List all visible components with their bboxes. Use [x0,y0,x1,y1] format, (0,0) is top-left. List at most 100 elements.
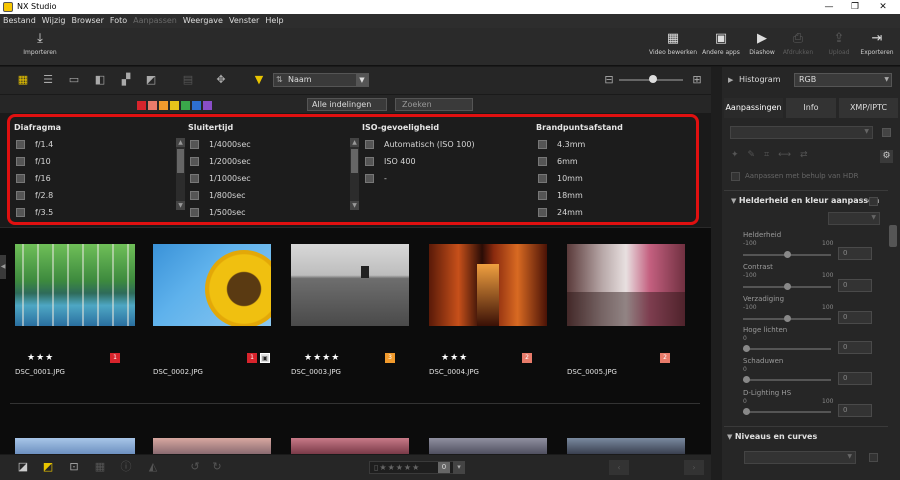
tab-info[interactable]: Info [786,98,836,118]
highlights-track[interactable] [743,345,831,352]
checkbox[interactable] [190,208,199,217]
star-rating[interactable]: ★★★★ [304,353,340,363]
shadows-value[interactable]: 0 [838,372,872,385]
slider-knob[interactable] [649,75,657,83]
checkbox[interactable] [16,140,25,149]
select-label-icon[interactable]: ◩ [40,459,56,475]
search-input[interactable]: Zoeken [395,98,473,111]
slider-knob[interactable] [743,376,750,383]
brightness-value[interactable]: 0 [838,247,872,260]
movie-edit-button[interactable]: ▦ Video bewerken [648,31,698,56]
panel-scrollbar[interactable] [889,225,897,247]
section-checkbox[interactable] [869,197,878,206]
label-filter-yellow[interactable] [170,101,179,110]
list-item[interactable]: f/3.5 [16,207,176,222]
layouts-dropdown[interactable]: Alle indelingen [307,98,387,111]
list-item[interactable]: f/10 [16,156,176,173]
menu-bestand[interactable]: Bestand [0,14,39,28]
thumbnail-image[interactable] [429,438,547,454]
zoom-out-icon[interactable]: ⊟ [601,72,617,88]
slider-knob[interactable] [743,408,750,415]
checkbox[interactable] [190,174,199,183]
thumbnail-grid-icon[interactable]: ▦ [15,72,31,88]
label-filter-pink[interactable] [148,101,157,110]
highlights-value[interactable]: 0 [838,341,872,354]
checkbox[interactable] [16,157,25,166]
expand-arrow-icon[interactable]: ▶ [728,76,733,84]
saturation-value[interactable]: 0 [838,311,872,324]
list-item[interactable]: f/2.8 [16,190,176,207]
list-item[interactable]: Automatisch (ISO 100) [365,139,525,156]
scroll-up-icon[interactable]: ▲ [350,138,359,147]
label-dropdown-icon[interactable]: ▾ [453,461,465,474]
checkbox[interactable] [365,140,374,149]
scroll-down-icon[interactable]: ▼ [176,201,185,210]
label-filter-orange[interactable] [159,101,168,110]
levels-channel-select[interactable]: ▼ [744,451,856,464]
list-item[interactable]: 1/2000sec [190,156,350,173]
fullscreen-icon[interactable]: ⊡ [66,459,82,475]
thumbnail-image[interactable] [153,244,271,326]
maximize-button[interactable]: ❐ [842,0,868,14]
checkbox[interactable] [16,208,25,217]
checkbox[interactable] [538,208,547,217]
d-lighting-value[interactable]: 0 [838,404,872,417]
shadows-track[interactable] [743,376,831,383]
thumbnail-image[interactable] [567,244,685,326]
splitter[interactable] [711,67,722,480]
d-lighting-track[interactable] [743,408,831,415]
thumbnail-image[interactable] [567,438,685,454]
checkbox[interactable] [538,157,547,166]
label-filter-purple[interactable] [203,101,212,110]
checkbox[interactable] [538,140,547,149]
mode-select[interactable]: ▼ [828,212,880,225]
checkbox[interactable] [190,140,199,149]
scroll-up-icon[interactable]: ▲ [176,138,185,147]
tab-adjustments[interactable]: Aanpassingen [724,98,783,118]
section-brightness[interactable]: ▼ Helderheid en kleur aanpassen [731,193,879,209]
thumbnail-image[interactable] [15,244,135,326]
label-filter-green[interactable] [181,101,190,110]
label-filter-blue[interactable] [192,101,201,110]
gear-icon[interactable]: ⚙ [880,150,893,163]
fit-screen-icon[interactable]: ✥ [213,72,229,88]
list-item[interactable]: 6mm [538,156,688,173]
list-item[interactable]: ISO 400 [365,156,525,173]
histogram-mode-select[interactable]: RGB ▼ [794,73,892,87]
sort-select[interactable]: ⇅ Naam ▼ [273,73,369,87]
split-view-icon[interactable]: ◩ [143,72,159,88]
aperture-scrollbar[interactable]: ▲ ▼ [176,138,185,210]
list-item[interactable]: 1/1000sec [190,173,350,190]
list-item[interactable]: 24mm [538,207,688,222]
saturation-track[interactable] [743,315,831,322]
thumbnail-image[interactable] [15,438,135,454]
contrast-track[interactable] [743,283,831,290]
menu-help[interactable]: Help [262,14,286,28]
checkbox[interactable] [365,157,374,166]
single-view-icon[interactable]: ▭ [66,72,82,88]
list-item[interactable]: - [365,173,525,190]
hdr-checkbox[interactable] [731,172,740,181]
close-button[interactable]: ✕ [870,0,896,14]
checkbox[interactable] [190,157,199,166]
contrast-value[interactable]: 0 [838,279,872,292]
star-rating[interactable]: ★★★ [441,353,468,363]
list-item[interactable]: 10mm [538,173,688,190]
menu-venster[interactable]: Venster [226,14,262,28]
label-filter-red[interactable] [137,101,146,110]
list-item[interactable]: 4.3mm [538,139,688,156]
checkbox[interactable] [538,191,547,200]
multi-select-icon[interactable]: ◪ [15,459,31,475]
shutter-scrollbar[interactable]: ▲ ▼ [350,138,359,210]
scroll-down-icon[interactable]: ▼ [350,201,359,210]
menu-browser[interactable]: Browser [68,14,106,28]
next-button[interactable]: › [684,460,704,475]
menu-weergave[interactable]: Weergave [180,14,226,28]
list-item[interactable]: f/16 [16,173,176,190]
checkbox[interactable] [190,191,199,200]
checkbox[interactable] [538,174,547,183]
section-levels[interactable]: ▼ Niveaus en curves [727,429,817,445]
list-view-icon[interactable]: ☰ [40,72,56,88]
import-button[interactable]: ⤓ Importeren [15,31,65,56]
thumbnail-image[interactable] [429,244,547,326]
